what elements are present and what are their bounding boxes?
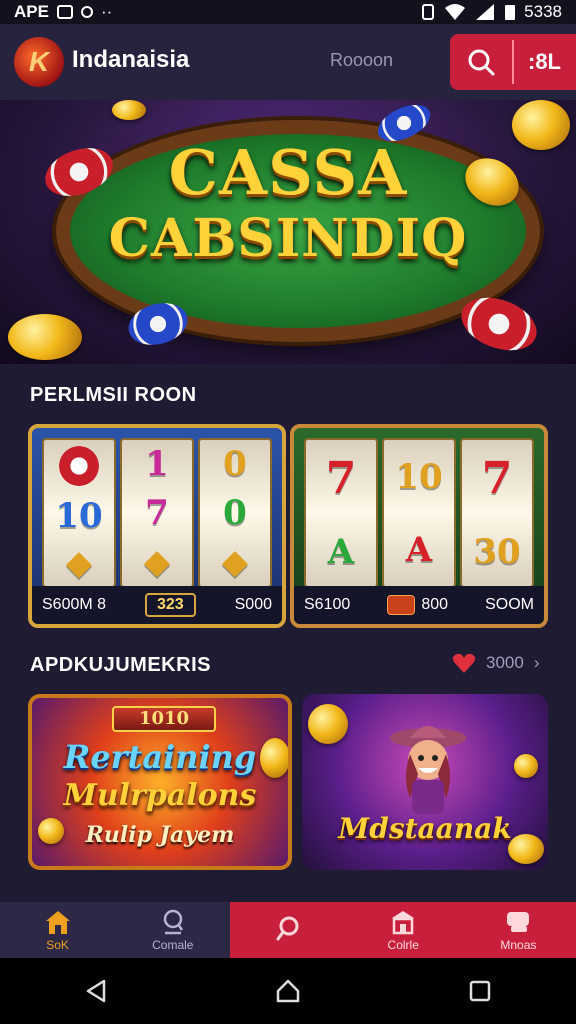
cowgirl-character-icon — [390, 726, 466, 814]
reel-symbol: 10 — [395, 456, 443, 497]
chat-icon — [507, 912, 530, 932]
bottom-nav: SoK Comale Colrle Mnoas — [0, 902, 576, 958]
status-left-text: APE — [14, 2, 49, 21]
promotions-heading: PERLMSII ROON — [30, 384, 197, 406]
nav-item-home[interactable]: SoK — [0, 902, 115, 958]
slot-reel: 10 A — [382, 438, 456, 588]
header-action-label[interactable]: :8L — [512, 40, 561, 84]
slot-reels: 7 A 10 A 7 30 — [304, 438, 534, 588]
recents-icon[interactable] — [466, 977, 494, 1005]
recommendations-heading: APDKUJUMEKRIS — [30, 654, 211, 676]
reel-symbol: A — [327, 532, 355, 572]
signal-icon — [476, 4, 495, 20]
slot-bet-pill[interactable]: 323 — [144, 593, 196, 617]
home-button-icon[interactable] — [274, 977, 302, 1005]
nav-item-label: Colrle — [387, 938, 419, 952]
reel-symbol: 7 — [145, 492, 169, 533]
nav-item-label: SoK — [46, 938, 69, 952]
slot-reel: 7 A — [304, 438, 378, 588]
app-name: Indanaisia — [72, 46, 190, 73]
game-title-line2: Mulrpalons — [63, 778, 257, 813]
reel-symbol: 7 — [325, 453, 357, 504]
vibrate-icon — [422, 4, 435, 20]
search-icon — [276, 916, 299, 941]
status-right: 5338 — [420, 2, 562, 22]
app-header: K Indanaisia Roooon :8L — [0, 24, 576, 100]
slot-reel: 1 7 ◆ — [120, 438, 194, 588]
game-card[interactable]: 1010 Rertaining Mulrpalons Rulip Jayem — [28, 694, 292, 870]
game-card[interactable]: Mdstaanak — [302, 694, 548, 870]
status-left: APE ·· — [14, 2, 112, 22]
slot-card-footer: S6100 800 SOOM — [294, 586, 544, 624]
reel-symbol: 0 — [223, 492, 247, 533]
nav-highlight-group: Colrle — [230, 902, 461, 958]
slot-footer-left: S6100 — [304, 596, 351, 613]
hero-title-line2: CABSINDIQ — [108, 208, 468, 269]
battery-icon — [505, 5, 516, 20]
nav-item-label: Comale — [152, 938, 194, 952]
status-bar: APE ·· 5338 — [0, 0, 576, 24]
nav-item-label: Mnoas — [500, 938, 537, 952]
slot-game-card[interactable]: 7 A 10 A 7 30 S6100 800 SOOM — [290, 424, 548, 628]
slot-footer-mid-wrap: 800 — [387, 595, 448, 615]
location-icon — [80, 6, 93, 18]
header-link[interactable]: Roooon — [330, 50, 393, 71]
notification-icon — [56, 5, 73, 19]
chip-symbol-icon — [59, 446, 99, 487]
slot-reel: 10 ◆ — [42, 438, 116, 588]
slot-reel: 0 0 ◆ — [198, 438, 272, 588]
reel-symbol: ◆ — [143, 541, 171, 582]
gold-coin — [112, 100, 146, 120]
reel-symbol: ◆ — [221, 541, 249, 582]
game-badge: 1010 — [112, 706, 216, 732]
reel-symbol: ◆ — [65, 542, 93, 583]
reel-symbol: 1 — [145, 444, 169, 485]
home-icon — [45, 911, 70, 934]
back-icon[interactable] — [82, 977, 110, 1005]
slot-reel: 7 30 — [460, 438, 534, 588]
slot-footer-right: S000 — [234, 596, 272, 613]
slot-reels: 10 ◆ 1 7 ◆ 0 0 ◆ — [42, 438, 272, 588]
nav-item-games[interactable]: Comale — [115, 902, 230, 958]
reel-symbol: A — [405, 529, 433, 570]
gold-coin — [308, 704, 348, 744]
nav-item-messages[interactable]: Mnoas — [460, 902, 576, 958]
hero-title-line1: CASSA — [168, 136, 408, 209]
reel-symbol: 0 — [223, 444, 247, 485]
slot-footer-left: S600M 8 — [42, 596, 107, 613]
gold-coin — [8, 314, 82, 360]
heart-icon — [453, 653, 475, 673]
recommendations-more-label[interactable]: 3000 — [486, 653, 524, 673]
game-subtitle: Rulip Jayem — [85, 822, 235, 848]
header-action-button[interactable]: :8L — [450, 34, 576, 90]
slot-footer-mid: 800 — [421, 596, 449, 613]
reel-symbol: 10 — [55, 495, 103, 536]
slot-game-card[interactable]: 10 ◆ 1 7 ◆ 0 0 ◆ S600M 8 323 S000 — [28, 424, 286, 628]
game-title-line1: Rertaining — [63, 738, 257, 776]
slot-footer-right: SOOM — [485, 596, 534, 613]
hero-banner[interactable]: CASSA CABSINDIQ — [0, 100, 576, 364]
nav-item-search[interactable] — [230, 902, 346, 958]
slot-card-footer: S600M 8 323 S000 — [32, 586, 282, 624]
clock: 5338 — [524, 2, 562, 21]
more-notifications-icon: ·· — [100, 2, 113, 21]
app-logo[interactable]: K — [14, 37, 64, 87]
slot-badge-icon — [387, 595, 416, 615]
system-nav-bar — [0, 958, 576, 1024]
recommendations-more[interactable]: 3000 › — [452, 652, 540, 674]
game-title: Mdstaanak — [338, 812, 512, 845]
search-icon[interactable] — [466, 47, 496, 77]
gamepad-icon — [163, 909, 183, 935]
reel-symbol: 7 — [481, 453, 513, 504]
store-icon — [392, 911, 415, 935]
gold-coin — [514, 754, 538, 778]
chevron-right-icon[interactable]: › — [534, 653, 540, 673]
nav-item-store[interactable]: Colrle — [345, 902, 461, 958]
wifi-icon — [445, 4, 466, 20]
reel-symbol: 30 — [473, 532, 521, 572]
